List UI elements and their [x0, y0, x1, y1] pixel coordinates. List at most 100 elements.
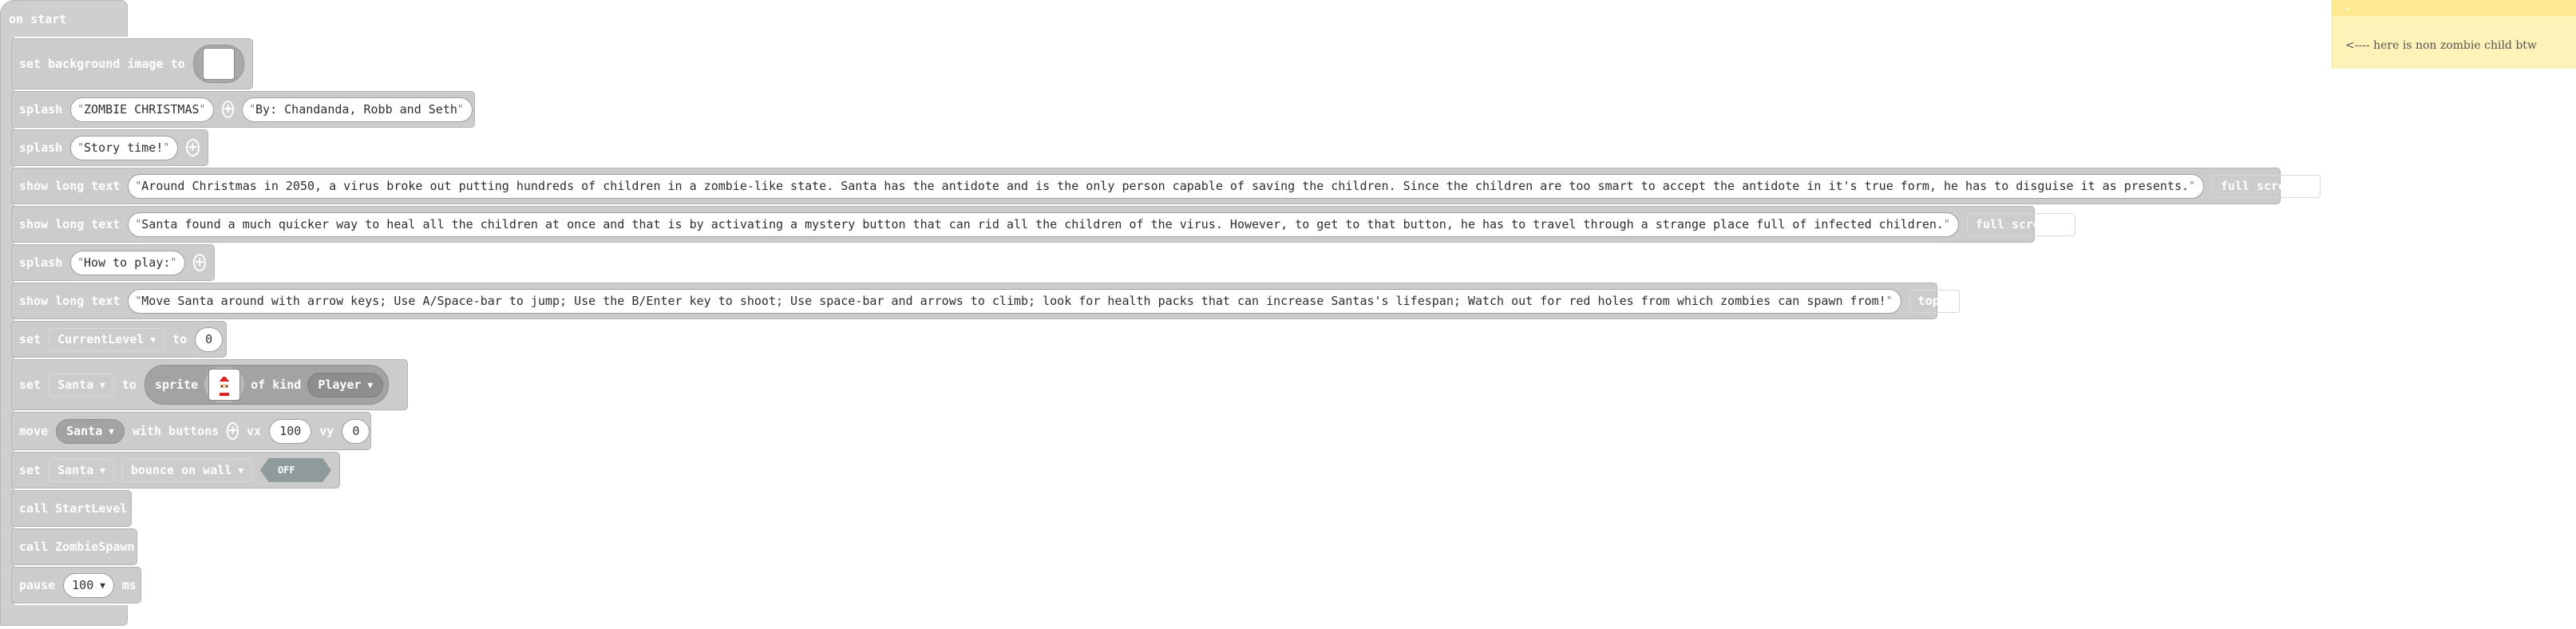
to-label: to: [121, 378, 137, 392]
caret-down-icon: ▼: [100, 379, 105, 390]
of-kind-label: of kind: [251, 378, 302, 392]
to-label: to: [172, 332, 188, 346]
block-label: move: [19, 424, 49, 438]
block-label: show long text: [19, 179, 121, 193]
caret-down-icon: ▼: [367, 379, 374, 390]
move-with-buttons-block[interactable]: move Santa ▼ with buttons + vx 100 vy 0: [11, 412, 371, 450]
comment-header[interactable]: -: [2333, 0, 2576, 16]
block-label: splash: [19, 140, 63, 155]
caret-down-icon: ▼: [2061, 219, 2067, 230]
set-background-image-block[interactable]: set background image to: [11, 38, 253, 89]
sprite-name: Santa: [66, 424, 103, 438]
splash-title-input[interactable]: " ZOMBIE CHRISTMAS ": [70, 97, 215, 122]
splash-title-text: Story time!: [84, 140, 164, 155]
caret-down-icon: ▼: [238, 465, 243, 476]
block-label: pause: [19, 578, 56, 592]
call-start-level-block[interactable]: call StartLevel: [11, 490, 132, 527]
block-label: set: [19, 332, 42, 346]
block-label: call ZombieSpawn: [19, 540, 135, 554]
splash-title-input[interactable]: " Story time! ": [70, 135, 179, 160]
image-slot[interactable]: [192, 45, 244, 83]
caret-down-icon: ▼: [2306, 180, 2312, 192]
show-long-text-block-3[interactable]: show long text " Move Santa around with a…: [11, 283, 1961, 319]
set-santa-sprite-block[interactable]: set Santa ▼ to sprite of kind Player ▼: [11, 359, 408, 410]
sprite-create-reporter[interactable]: sprite of kind Player ▼: [144, 365, 390, 405]
value-input[interactable]: 0: [195, 326, 224, 352]
sprite-image-slot[interactable]: [204, 367, 245, 402]
placement-value: top: [1917, 293, 1940, 308]
flag-name: bounce on wall: [130, 462, 232, 477]
comment-note[interactable]: - <---- here is non zombie child btw: [2332, 0, 2576, 69]
splash-subtitle-text: By: Chandanda, Robb and Seth: [255, 101, 457, 117]
on-start-foot: [0, 605, 128, 626]
bounce-toggle[interactable]: OFF: [259, 458, 331, 482]
placement-dropdown[interactable]: full screen ▼: [2211, 174, 2321, 198]
block-label: splash: [19, 255, 63, 270]
pause-duration-dropdown[interactable]: 100 ▼: [63, 572, 114, 598]
block-label: set background image to: [19, 57, 185, 71]
comment-text[interactable]: <---- here is non zombie child btw: [2345, 39, 2537, 52]
collapse-icon[interactable]: -: [2345, 3, 2349, 14]
placement-value: full screen: [2220, 178, 2301, 193]
splash-title-text: How to play:: [84, 255, 171, 270]
on-start-label: on start: [9, 12, 67, 26]
caret-down-icon: ▼: [100, 465, 105, 476]
long-text-value: Around Christmas in 2050, a virus broke …: [141, 178, 2190, 193]
block-label: set: [19, 378, 42, 392]
caret-down-icon: ▼: [150, 334, 156, 345]
long-text-input[interactable]: " Santa found a much quicker way to heal …: [128, 212, 1959, 237]
splash-block-title[interactable]: splash " ZOMBIE CHRISTMAS " + " By: Chandan…: [11, 91, 475, 128]
block-label: splash: [19, 102, 63, 117]
kind-value: Player: [318, 378, 362, 392]
on-start-hat[interactable]: on start: [0, 0, 128, 37]
block-label: call StartLevel: [19, 501, 128, 516]
splash-block-story[interactable]: splash " Story time! " +: [11, 129, 208, 166]
sprite-dropdown[interactable]: Santa ▼: [56, 418, 125, 444]
splash-title-input[interactable]: " How to play: ": [70, 250, 186, 275]
caret-down-icon: ▼: [100, 580, 105, 591]
splash-subtitle-input[interactable]: " By: Chandanda, Robb and Seth ": [242, 97, 473, 122]
add-param-icon[interactable]: +: [227, 422, 239, 440]
variable-dropdown[interactable]: CurrentLevel ▼: [49, 327, 165, 351]
set-bounce-on-wall-block[interactable]: set Santa ▼ bounce on wall ▼ OFF: [11, 452, 340, 489]
add-param-icon[interactable]: +: [222, 101, 235, 118]
variable-name: Santa: [57, 377, 94, 392]
variable-dropdown[interactable]: Santa ▼: [49, 373, 114, 397]
caret-down-icon: ▼: [109, 425, 114, 437]
show-long-text-block-1[interactable]: show long text " Around Christmas in 2050…: [11, 168, 2321, 204]
long-text-value: Move Santa around with arrow keys; Use A…: [141, 293, 1886, 308]
unit-label: ms: [121, 578, 137, 592]
placement-dropdown[interactable]: full screen ▼: [1966, 212, 2075, 236]
long-text-input[interactable]: " Around Christmas in 2050, a virus broke…: [128, 173, 2204, 199]
vx-input[interactable]: 100: [269, 418, 312, 444]
sprite-label: sprite: [154, 378, 199, 392]
splash-block-how-to-play[interactable]: splash " How to play: " +: [11, 244, 215, 281]
caret-down-icon: ▼: [1945, 295, 1952, 307]
pause-block[interactable]: pause 100 ▼ ms: [11, 567, 141, 603]
sprite-dropdown[interactable]: Santa ▼: [49, 458, 114, 482]
variable-name: CurrentLevel: [57, 331, 144, 346]
call-zombie-spawn-block[interactable]: call ZombieSpawn: [11, 528, 137, 565]
vx-label: vx: [247, 424, 262, 438]
splash-title-text: ZOMBIE CHRISTMAS: [84, 101, 200, 117]
block-label: show long text: [19, 217, 121, 231]
pause-value: 100: [72, 577, 94, 592]
block-label: set: [19, 463, 42, 477]
kind-dropdown[interactable]: Player ▼: [307, 372, 384, 398]
vy-label: vy: [319, 424, 334, 438]
set-current-level-block[interactable]: set CurrentLevel ▼ to 0: [11, 321, 227, 358]
add-param-icon[interactable]: +: [193, 254, 206, 271]
toggle-state: OFF: [277, 465, 295, 476]
add-param-icon[interactable]: +: [186, 139, 200, 156]
long-text-value: Santa found a much quicker way to heal a…: [141, 216, 1944, 231]
flag-dropdown[interactable]: bounce on wall ▼: [121, 458, 252, 482]
sprite-name: Santa: [57, 462, 94, 477]
block-label: show long text: [19, 294, 121, 308]
vy-input[interactable]: 0: [342, 418, 370, 444]
placement-dropdown[interactable]: top ▼: [1909, 289, 1961, 313]
long-text-input[interactable]: " Move Santa around with arrow keys; Use …: [128, 288, 1901, 314]
santa-sprite-graphic: [219, 374, 231, 396]
show-long-text-block-2[interactable]: show long text " Santa found a much quick…: [11, 206, 2075, 243]
image-thumbnail[interactable]: [202, 48, 235, 80]
santa-sprite-icon[interactable]: [208, 369, 241, 401]
